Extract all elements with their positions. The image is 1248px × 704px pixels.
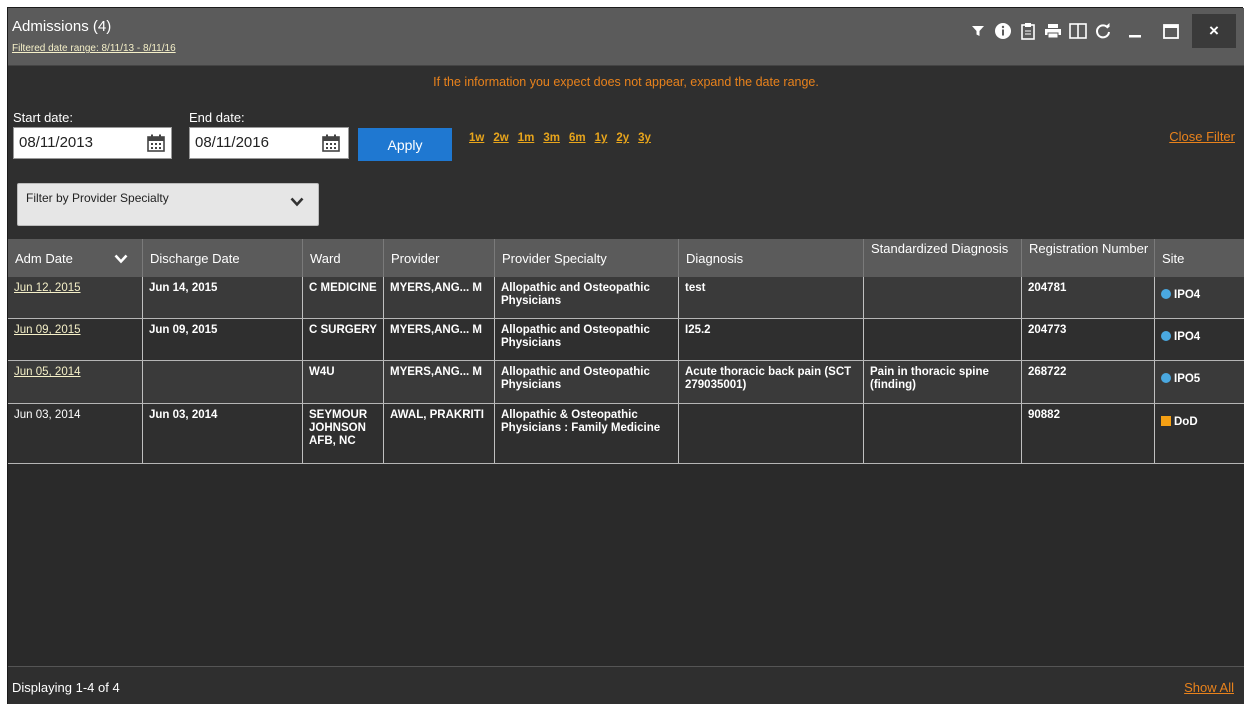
cell-diagnosis: test: [678, 277, 863, 318]
filter-icon[interactable]: [967, 20, 989, 42]
cell-adm-date: Jun 12, 2015: [8, 277, 142, 318]
cell-site: DoD: [1154, 404, 1244, 463]
cell-site: IPO4: [1154, 277, 1244, 318]
table-header: Adm Date Discharge Date Ward Provider Pr…: [8, 239, 1244, 277]
site-square-icon: [1161, 416, 1171, 426]
cell-diagnosis: Acute thoracic back pain (SCT 279035001): [678, 361, 863, 403]
cell-provider: MYERS,ANG... M: [383, 361, 494, 403]
cell-discharge-date: [142, 361, 302, 403]
calendar-icon[interactable]: [146, 133, 166, 153]
close-filter-link[interactable]: Close Filter: [1169, 129, 1235, 144]
cell-standardized-diagnosis: [863, 404, 1021, 463]
site-dot-icon: [1161, 373, 1171, 383]
cell-site: IPO4: [1154, 319, 1244, 360]
admissions-window: Admissions (4) Filtered date range: 8/11…: [7, 7, 1244, 704]
column-header-provider[interactable]: Provider: [383, 239, 494, 277]
cell-ward: C MEDICINE: [302, 277, 383, 318]
provider-specialty-select[interactable]: Filter by Provider Specialty: [17, 183, 319, 226]
quick-range-6m[interactable]: 6m: [569, 132, 586, 144]
provider-specialty-placeholder: Filter by Provider Specialty: [26, 191, 169, 205]
quick-range-3y[interactable]: 3y: [638, 132, 651, 144]
end-date-label: End date:: [189, 110, 245, 125]
window-footer: Displaying 1-4 of 4 Show All: [8, 666, 1244, 704]
table-row[interactable]: Jun 12, 2015 Jun 14, 2015 C MEDICINE MYE…: [8, 277, 1244, 319]
calendar-icon[interactable]: [321, 133, 341, 153]
cell-standardized-diagnosis: [863, 319, 1021, 360]
column-header-registration-number[interactable]: Registration Number: [1021, 239, 1154, 277]
quick-range-links: 1w 2w 1m 3m 6m 1y 2y 3y: [469, 132, 660, 144]
cell-discharge-date: Jun 09, 2015: [142, 319, 302, 360]
cell-ward: C SURGERY: [302, 319, 383, 360]
cell-diagnosis: [678, 404, 863, 463]
site-dot-icon: [1161, 289, 1171, 299]
displaying-count: Displaying 1-4 of 4: [12, 680, 120, 695]
refresh-icon[interactable]: [1092, 20, 1114, 42]
quick-range-3m[interactable]: 3m: [543, 132, 560, 144]
cell-discharge-date: Jun 03, 2014: [142, 404, 302, 463]
cell-provider: MYERS,ANG... M: [383, 277, 494, 318]
filtered-date-range[interactable]: Filtered date range: 8/11/13 - 8/11/16: [12, 43, 176, 54]
close-icon[interactable]: ×: [1192, 14, 1236, 48]
info-icon[interactable]: [992, 20, 1014, 42]
quick-range-2y[interactable]: 2y: [616, 132, 629, 144]
column-header-standardized-diagnosis[interactable]: Standardized Diagnosis: [863, 239, 1021, 277]
window-header: Admissions (4) Filtered date range: 8/11…: [8, 8, 1244, 66]
column-header-provider-specialty[interactable]: Provider Specialty: [494, 239, 678, 277]
cell-provider-specialty: Allopathic & Osteopathic Physicians : Fa…: [494, 404, 678, 463]
quick-range-1w[interactable]: 1w: [469, 132, 484, 144]
chevron-down-icon: [290, 197, 304, 207]
column-header-discharge-date[interactable]: Discharge Date: [142, 239, 302, 277]
column-header-diagnosis[interactable]: Diagnosis: [678, 239, 863, 277]
table-row[interactable]: Jun 09, 2015 Jun 09, 2015 C SURGERY MYER…: [8, 319, 1244, 361]
apply-button[interactable]: Apply: [358, 128, 452, 161]
cell-provider-specialty: Allopathic and Osteopathic Physicians: [494, 319, 678, 360]
cell-adm-date: Jun 09, 2015: [8, 319, 142, 360]
adm-date-link[interactable]: Jun 09, 2015: [14, 324, 81, 336]
cell-registration-number: 204781: [1021, 277, 1154, 318]
quick-range-1m[interactable]: 1m: [518, 132, 535, 144]
cell-provider: AWAL, PRAKRITI: [383, 404, 494, 463]
chevron-down-icon[interactable]: [114, 254, 128, 264]
quick-range-1y[interactable]: 1y: [595, 132, 608, 144]
cell-registration-number: 268722: [1021, 361, 1154, 403]
cell-registration-number: 204773: [1021, 319, 1154, 360]
column-header-adm-date[interactable]: Adm Date: [8, 239, 142, 277]
filter-panel: If the information you expect does not a…: [8, 66, 1244, 239]
date-range-notice: If the information you expect does not a…: [433, 75, 819, 89]
adm-date-link[interactable]: Jun 05, 2014: [14, 366, 81, 378]
window-title: Admissions (4): [12, 18, 112, 35]
table-empty-area: [8, 464, 1244, 666]
cell-site: IPO5: [1154, 361, 1244, 403]
cell-provider-specialty: Allopathic and Osteopathic Physicians: [494, 277, 678, 318]
table-row[interactable]: Jun 05, 2014 W4U MYERS,ANG... M Allopath…: [8, 361, 1244, 404]
toolbar: ×: [964, 14, 1236, 48]
start-date-label: Start date:: [13, 110, 73, 125]
cell-adm-date: Jun 05, 2014: [8, 361, 142, 403]
cell-provider: MYERS,ANG... M: [383, 319, 494, 360]
cell-adm-date: Jun 03, 2014: [14, 409, 81, 421]
minimize-icon[interactable]: [1120, 16, 1150, 46]
cell-ward: W4U: [302, 361, 383, 403]
cell-discharge-date: Jun 14, 2015: [142, 277, 302, 318]
cell-standardized-diagnosis: [863, 277, 1021, 318]
clipboard-icon[interactable]: [1017, 20, 1039, 42]
maximize-icon[interactable]: [1156, 16, 1186, 46]
quick-range-2w[interactable]: 2w: [493, 132, 508, 144]
column-header-ward[interactable]: Ward: [302, 239, 383, 277]
cell-diagnosis: I25.2: [678, 319, 863, 360]
columns-icon[interactable]: [1067, 20, 1089, 42]
cell-registration-number: 90882: [1021, 404, 1154, 463]
adm-date-link[interactable]: Jun 12, 2015: [14, 282, 81, 294]
site-dot-icon: [1161, 331, 1171, 341]
show-all-link[interactable]: Show All: [1184, 680, 1234, 695]
cell-ward: SEYMOUR JOHNSON AFB, NC: [302, 404, 383, 463]
column-header-site[interactable]: Site: [1154, 239, 1244, 277]
table-row[interactable]: Jun 03, 2014 Jun 03, 2014 SEYMOUR JOHNSO…: [8, 404, 1244, 464]
cell-standardized-diagnosis: Pain in thoracic spine (finding): [863, 361, 1021, 403]
print-icon[interactable]: [1042, 20, 1064, 42]
cell-provider-specialty: Allopathic and Osteopathic Physicians: [494, 361, 678, 403]
